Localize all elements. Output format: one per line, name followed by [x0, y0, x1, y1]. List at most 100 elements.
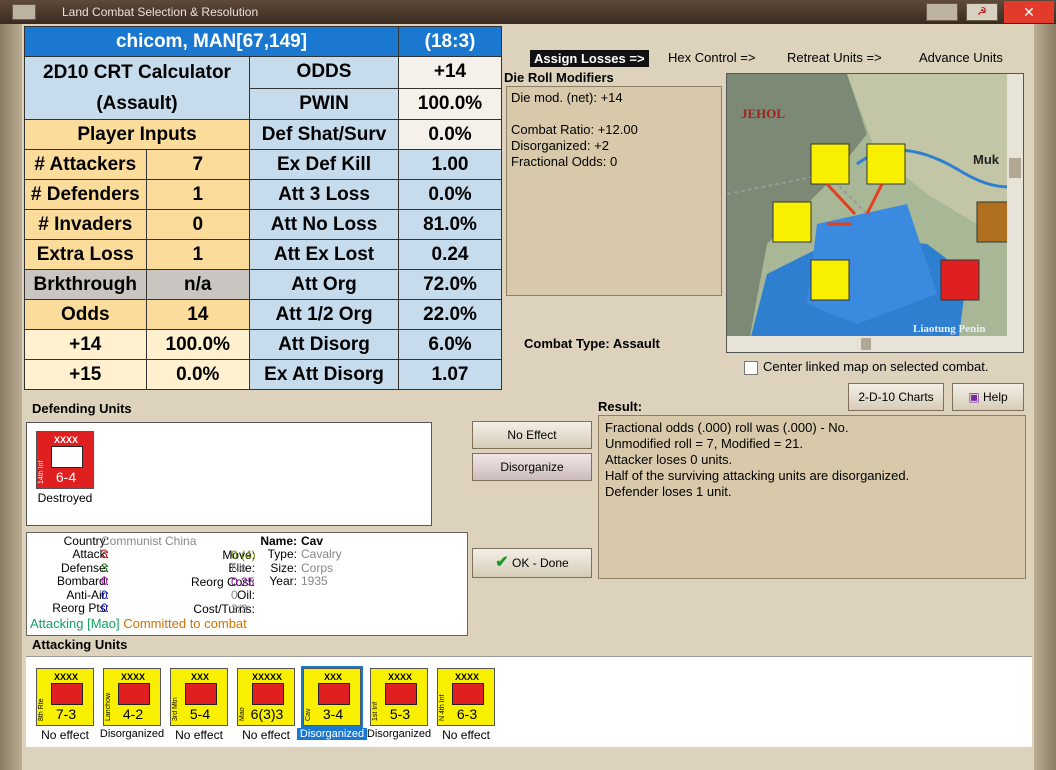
close-button[interactable]: ✕ — [1004, 1, 1054, 23]
help-button[interactable]: ▣ Help — [952, 383, 1024, 411]
infantry-symbol-icon — [385, 683, 417, 705]
calc-label: Att Disorg — [249, 329, 399, 360]
tab-advance-units[interactable]: Advance Units — [919, 50, 1003, 65]
tab-retreat-units[interactable]: Retreat Units => — [787, 50, 882, 65]
odds-row-value: 100.0% — [145, 329, 251, 360]
attacker-status: Disorganized — [297, 728, 367, 740]
attacker-status: No effect — [175, 728, 223, 742]
calc-header-left: chicom, MAN[67,149] — [24, 26, 399, 57]
modifiers-box: Die mod. (net): +14 Combat Ratio: +12.00… — [506, 86, 722, 296]
attacker-status: Disorganized — [99, 728, 165, 740]
attacker-counter-selected[interactable]: XXX Cav 3-4 — [301, 666, 363, 728]
attacker-counter[interactable]: XXXX Lanchow 4-2 — [103, 668, 161, 726]
calc-label: Att 3 Loss — [249, 179, 399, 210]
attacker-counter[interactable]: XXX 3rd Mtn 5-4 — [170, 668, 228, 726]
info-labels-col1: Country: Attack: Defense: Bombard: Anti-Air:… — [52, 534, 109, 616]
input-label: # Attackers — [24, 149, 147, 180]
attacking-units-strip: XXXX 8th Rte 7-3 No effect XXXX Lanchow 4-… — [26, 656, 1032, 747]
odds-row-label: +14 — [24, 329, 147, 360]
unit-info-box: Country: Attack: Defense: Bombard: Anti-Air:… — [26, 532, 468, 636]
mountain-symbol-icon — [185, 683, 217, 705]
calc-value: 6.0% — [398, 329, 502, 360]
input-label: # Defenders — [24, 179, 147, 210]
input-value-extra-loss[interactable]: 1 — [145, 239, 251, 270]
minimize-button[interactable] — [926, 3, 958, 21]
player-inputs-heading: Player Inputs — [24, 119, 250, 150]
crt-calculator-table: chicom, MAN[67,149] (18:3) 2D10 CRT Calc… — [24, 26, 502, 390]
result-line: Fractional odds (.000) roll was (.000) -… — [605, 420, 849, 435]
info-values-col2: 0 (4) No 0.25 0 2/3 — [231, 548, 256, 616]
map-label-jehol: JEHOL — [741, 106, 785, 121]
input-label: # Invaders — [24, 209, 147, 240]
result-title: Result: — [598, 399, 643, 414]
calc-value: 100.0% — [398, 87, 502, 120]
calc-label: Att Org — [249, 269, 399, 300]
no-effect-button[interactable]: No Effect — [472, 421, 592, 449]
calc-header-right: (18:3) — [398, 26, 502, 57]
infantry-symbol-icon — [452, 683, 484, 705]
help-button-label: Help — [983, 390, 1008, 404]
tab-hex-control[interactable]: Hex Control => — [668, 50, 755, 65]
modifier-line — [511, 106, 721, 122]
calc-label: Att Ex Lost — [249, 239, 399, 270]
calc-value: 0.0% — [398, 179, 502, 210]
result-line: Attacker loses 0 units. — [605, 452, 733, 467]
input-value-invaders[interactable]: 0 — [145, 209, 251, 240]
defender-status: Destroyed — [37, 491, 93, 505]
infantry-symbol-icon — [51, 446, 83, 468]
result-line: Defender loses 1 unit. — [605, 484, 732, 499]
modifiers-title: Die Roll Modifiers — [504, 70, 614, 85]
window-title: Land Combat Selection & Resolution — [62, 5, 259, 19]
info-status-line: Attacking [Mao] Committed to combat — [30, 616, 247, 631]
calc-label: ODDS — [249, 56, 399, 89]
system-menu-button[interactable] — [12, 4, 36, 20]
attacker-status: No effect — [442, 728, 490, 742]
infantry-symbol-icon — [252, 683, 284, 705]
ok-done-label: OK - Done — [512, 556, 569, 570]
input-label: Brkthrough — [24, 269, 147, 300]
cavalry-symbol-icon — [318, 683, 350, 705]
calc-label: Att 1/2 Org — [249, 299, 399, 330]
calc-value: 1.00 — [398, 149, 502, 180]
charts-button[interactable]: 2-D-10 Charts — [848, 383, 944, 411]
star-icon[interactable]: ☭ — [966, 3, 998, 21]
attacker-status: Disorganized — [366, 728, 432, 740]
attacker-counter[interactable]: XXXX 8th Rte 7-3 — [36, 668, 94, 726]
infantry-symbol-icon — [51, 683, 83, 705]
attacking-units-title: Attacking Units — [32, 637, 128, 652]
input-value-odds[interactable]: 14 — [145, 299, 251, 330]
attacker-counter[interactable]: XXXX 1st Inf 5-3 — [370, 668, 428, 726]
modifier-line: Disorganized: +2 — [511, 138, 609, 153]
calc-value: 0.0% — [398, 119, 502, 150]
defender-counter[interactable]: XXXX 14th Inf 6-4 — [36, 431, 94, 489]
info-labels-col3: Name: Type: Size: Year: — [260, 534, 297, 589]
left-border — [0, 24, 22, 770]
book-icon: ▣ — [968, 390, 980, 404]
center-map-checkbox[interactable] — [744, 361, 758, 375]
disorganize-button[interactable]: Disorganize — [472, 453, 592, 481]
attacker-counter[interactable]: XXXX N 4th Inf 6-3 — [437, 668, 495, 726]
input-label: Extra Loss — [24, 239, 147, 270]
defending-units-box: XXXX 14th Inf 6-4 Destroyed — [26, 422, 432, 526]
info-values-col3: Cav Cavalry Corps 1935 — [301, 534, 342, 589]
input-value-attackers[interactable]: 7 — [145, 149, 251, 180]
odds-row-label: +15 — [24, 359, 147, 390]
calc-label: Att No Loss — [249, 209, 399, 240]
modifier-line: Fractional Odds: 0 — [511, 154, 618, 169]
attacker-status: No effect — [41, 728, 89, 742]
title-bar[interactable]: Land Combat Selection & Resolution ☭ ✕ — [0, 0, 1056, 24]
attacker-counter[interactable]: XXXXX Mao 6(3)3 — [237, 668, 295, 726]
map-label-mukden: Muk — [973, 152, 1000, 167]
input-label: Odds — [24, 299, 147, 330]
ok-done-button[interactable]: ✔ OK - Done — [472, 548, 592, 578]
input-value-breakthrough: n/a — [145, 269, 251, 300]
map-terrain: JEHOL Muk Liaotung Penin — [727, 74, 1023, 352]
calc-label: Ex Att Disorg — [249, 359, 399, 390]
mini-map[interactable]: JEHOL Muk Liaotung Penin — [726, 73, 1024, 353]
calc-label: PWIN — [249, 87, 399, 120]
input-value-defenders[interactable]: 1 — [145, 179, 251, 210]
result-line: Unmodified roll = 7, Modified = 21. — [605, 436, 803, 451]
defending-units-title: Defending Units — [32, 401, 132, 416]
militia-symbol-icon — [118, 683, 150, 705]
tab-assign-losses[interactable]: Assign Losses => — [530, 50, 649, 67]
